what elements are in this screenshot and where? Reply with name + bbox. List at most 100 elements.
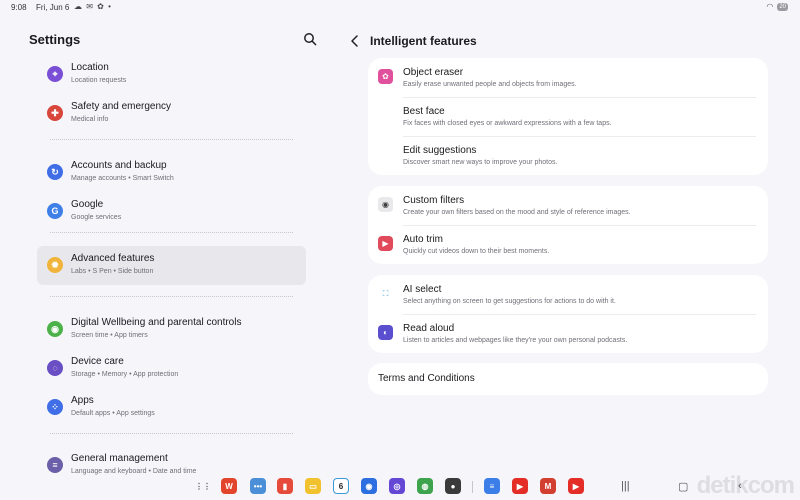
- chrome-icon[interactable]: ◍: [417, 478, 433, 494]
- sidebar-item-advanced-features[interactable]: ✹ Advanced features Labs • S Pen • Side bu…: [37, 246, 306, 285]
- object-eraser-icon: ✿: [378, 69, 393, 84]
- messages-icon[interactable]: ◉: [361, 478, 377, 494]
- notification-icons: ☁ ✉ ✿ •: [74, 2, 112, 11]
- sidebar-item-label: General management: [71, 453, 168, 464]
- feature-title: Read aloud: [403, 323, 455, 334]
- wellbeing-icon: ◉: [47, 321, 63, 337]
- status-date: Fri, Jun 6: [36, 3, 70, 12]
- sidebar-item-subtitle: Google services: [71, 214, 122, 221]
- page-title: Settings: [29, 32, 81, 47]
- terms-link[interactable]: Terms and Conditions: [378, 373, 475, 384]
- feature-title: Custom filters: [403, 195, 465, 206]
- device-care-icon: ◌: [47, 360, 63, 376]
- feature-description: Fix faces with closed eyes or awkward ex…: [403, 120, 612, 127]
- feature-description: Create your own filters based on the moo…: [403, 209, 631, 216]
- home-button[interactable]: ▢: [678, 480, 688, 493]
- sidebar-item-label: Advanced features: [71, 253, 155, 264]
- feature-auto-trim[interactable]: ▶ Auto trim Quickly cut videos down to the…: [368, 225, 768, 264]
- sidebar-item-subtitle: Storage • Memory • App protection: [71, 371, 179, 378]
- sidebar-item-subtitle: Default apps • App settings: [71, 410, 155, 417]
- more-apps-icon[interactable]: •••: [250, 478, 266, 494]
- feature-description: Easily erase unwanted people and objects…: [403, 81, 577, 88]
- sidebar-item-subtitle: Screen time • App timers: [71, 332, 148, 339]
- camera-icon[interactable]: ●: [445, 478, 461, 494]
- terms-card[interactable]: Terms and Conditions: [368, 363, 768, 395]
- wps-office-icon[interactable]: W: [221, 478, 237, 494]
- sidebar-item-label: Apps: [71, 395, 94, 406]
- feature-description: Quickly cut videos down to their best mo…: [403, 248, 550, 255]
- feature-description: Select anything on screen to get suggest…: [403, 298, 616, 305]
- notes-yellow-icon[interactable]: ▭: [305, 478, 321, 494]
- feature-description: Listen to articles and webpages like the…: [403, 337, 628, 344]
- star-gear-icon: ✹: [47, 257, 63, 273]
- read-aloud-icon: ◐: [378, 325, 393, 340]
- safety-icon: ✚: [47, 105, 63, 121]
- internet-icon[interactable]: ◎: [389, 478, 405, 494]
- feature-edit-suggestions[interactable]: Edit suggestions Discover smart new ways …: [368, 136, 768, 175]
- sidebar-item-label: Digital Wellbeing and parental controls: [71, 317, 242, 328]
- status-bar: 9:08 Fri, Jun 6 ☁ ✉ ✿ • ◠ 20: [0, 0, 800, 14]
- location-icon: ⌖: [47, 66, 63, 82]
- section-divider: [50, 296, 293, 297]
- apps-grid-icon[interactable]: ⋮⋮: [195, 478, 211, 494]
- sidebar-item-accounts-and-backup[interactable]: ↻ Accounts and backup Manage accounts • Sm…: [37, 153, 306, 192]
- sidebar-item-google[interactable]: G Google Google services: [37, 192, 306, 231]
- sidebar-item-label: Google: [71, 199, 104, 210]
- section-divider: [50, 433, 293, 434]
- sidebar-item-label: Location: [71, 62, 109, 73]
- feature-read-aloud[interactable]: ◐ Read aloud Listen to articles and webpag…: [368, 314, 768, 353]
- sidebar-item-location[interactable]: ⌖ Location Location requests: [37, 55, 306, 94]
- sync-icon: ↻: [47, 164, 63, 180]
- wifi-icon: ◠: [766, 2, 774, 11]
- feature-custom-filters[interactable]: ◉ Custom filters Create your own filters b…: [368, 186, 768, 225]
- sidebar-item-device-care[interactable]: ◌ Device care Storage • Memory • App prote…: [37, 349, 306, 388]
- detail-title: Intelligent features: [370, 34, 477, 48]
- feature-object-eraser[interactable]: ✿ Object eraser Easily erase unwanted peop…: [368, 58, 768, 97]
- feature-best-face[interactable]: Best face Fix faces with closed eyes or a…: [368, 97, 768, 136]
- sidebar-item-apps[interactable]: ⁘ Apps Default apps • App settings: [37, 388, 306, 427]
- calendar-icon[interactable]: 6: [333, 478, 349, 494]
- settings-header: Settings: [29, 32, 321, 50]
- feature-title: Edit suggestions: [403, 145, 477, 156]
- youtube-music-icon[interactable]: ▶: [568, 478, 584, 494]
- section-divider: [50, 232, 293, 233]
- feature-description: Discover smart new ways to improve your …: [403, 159, 558, 166]
- camera-filter-icon: ◉: [378, 197, 393, 212]
- google-icon: G: [47, 203, 63, 219]
- feature-card: ⛶ AI select Select anything on screen to g…: [368, 275, 768, 353]
- sidebar-item-subtitle: Labs • S Pen • Side button: [71, 268, 154, 275]
- sidebar-item-subtitle: Medical info: [71, 116, 109, 123]
- gmail-icon[interactable]: M: [540, 478, 556, 494]
- video-trim-icon: ▶: [378, 236, 393, 251]
- feature-title: AI select: [403, 284, 442, 295]
- sidebar-item-subtitle: Manage accounts • Smart Switch: [71, 175, 174, 182]
- notes-red-icon[interactable]: ▮: [277, 478, 293, 494]
- detail-header: Intelligent features: [348, 32, 477, 50]
- status-time: 9:08: [11, 3, 27, 12]
- dock-divider: [472, 481, 473, 493]
- sidebar-item-safety-and-emergency[interactable]: ✚ Safety and emergency Medical info: [37, 94, 306, 133]
- feature-title: Auto trim: [403, 234, 444, 245]
- docs-icon[interactable]: ≡: [484, 478, 500, 494]
- sidebar-item-digital-wellbeing-and-parental-controls[interactable]: ◉ Digital Wellbeing and parental controls…: [37, 310, 306, 349]
- youtube-icon[interactable]: ▶: [512, 478, 528, 494]
- ai-select-icon: ⛶: [382, 288, 389, 298]
- apps-icon: ⁘: [47, 399, 63, 415]
- sidebar-item-label: Accounts and backup: [71, 160, 167, 171]
- taskbar: ⋮⋮ W ••• ▮ ▭ 6 ◉ ◎ ◍ ● ≡ ▶ M ▶ ||| ▢ ‹ detikcom: [0, 472, 800, 500]
- sidebar-item-label: Device care: [71, 356, 124, 367]
- recent-apps-button[interactable]: |||: [621, 480, 630, 492]
- battery-icon: 20: [777, 2, 788, 11]
- section-divider: [50, 139, 293, 140]
- sidebar-item-subtitle: Location requests: [71, 77, 127, 84]
- sidebar-item-label: Safety and emergency: [71, 101, 172, 112]
- watermark-logo: detikcom: [696, 472, 795, 499]
- feature-card: ✿ Object eraser Easily erase unwanted peop…: [368, 58, 768, 175]
- feature-card: ◉ Custom filters Create your own filters b…: [368, 186, 768, 264]
- sliders-icon: ≡: [47, 457, 63, 473]
- feature-title: Best face: [403, 106, 445, 117]
- search-icon[interactable]: [303, 32, 317, 46]
- feature-ai-select[interactable]: ⛶ AI select Select anything on screen to g…: [368, 275, 768, 314]
- back-icon[interactable]: [348, 34, 362, 48]
- feature-title: Object eraser: [403, 67, 464, 78]
